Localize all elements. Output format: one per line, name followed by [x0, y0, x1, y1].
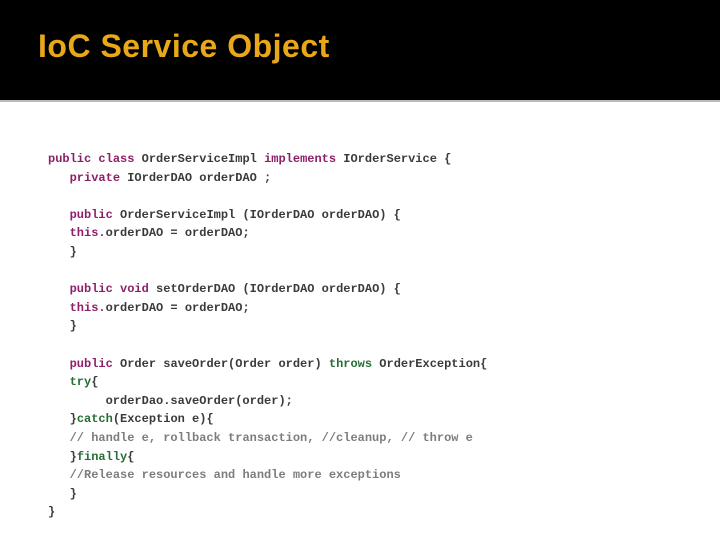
- comment: // handle e, rollback transaction, //cle…: [70, 431, 473, 445]
- ctor-sig: OrderServiceImpl (IOrderDAO orderDAO) {: [113, 208, 401, 222]
- iface: IOrderService {: [336, 152, 451, 166]
- kw-public: public: [70, 282, 113, 296]
- kw-void: void: [120, 282, 149, 296]
- catch-clause: (Exception e){: [113, 412, 214, 426]
- kw-public: public: [70, 357, 113, 371]
- kw-catch: catch: [77, 412, 113, 426]
- brace: }: [70, 319, 77, 333]
- setter-sig: setOrderDAO (IOrderDAO orderDAO) {: [149, 282, 401, 296]
- kw-implements: implements: [264, 152, 336, 166]
- kw-this: this.: [70, 226, 106, 240]
- kw-private: private: [70, 171, 120, 185]
- kw-public: public: [48, 152, 91, 166]
- slide-title: IoC Service Object: [38, 28, 720, 65]
- title-bar: IoC Service Object: [0, 0, 720, 102]
- comment: //Release resources and handle more exce…: [70, 468, 401, 482]
- assign: orderDAO = orderDAO;: [106, 226, 250, 240]
- kw-throws: throws: [329, 357, 372, 371]
- brace: }: [48, 505, 55, 519]
- brace: }: [70, 450, 77, 464]
- kw-class: class: [98, 152, 134, 166]
- field-decl: IOrderDAO orderDAO ;: [120, 171, 271, 185]
- throws-clause: OrderException{: [372, 357, 487, 371]
- brace: {: [91, 375, 98, 389]
- brace: }: [70, 412, 77, 426]
- brace: {: [127, 450, 134, 464]
- call: orderDao.saveOrder(order);: [106, 394, 293, 408]
- code-block: public class OrderServiceImpl implements…: [0, 102, 720, 522]
- kw-this: this.: [70, 301, 106, 315]
- brace: }: [70, 245, 77, 259]
- kw-try: try: [70, 375, 92, 389]
- class-name: OrderServiceImpl: [134, 152, 264, 166]
- kw-finally: finally: [77, 450, 127, 464]
- assign: orderDAO = orderDAO;: [106, 301, 250, 315]
- method-sig: Order saveOrder(Order order): [113, 357, 329, 371]
- kw-public: public: [70, 208, 113, 222]
- brace: }: [70, 487, 77, 501]
